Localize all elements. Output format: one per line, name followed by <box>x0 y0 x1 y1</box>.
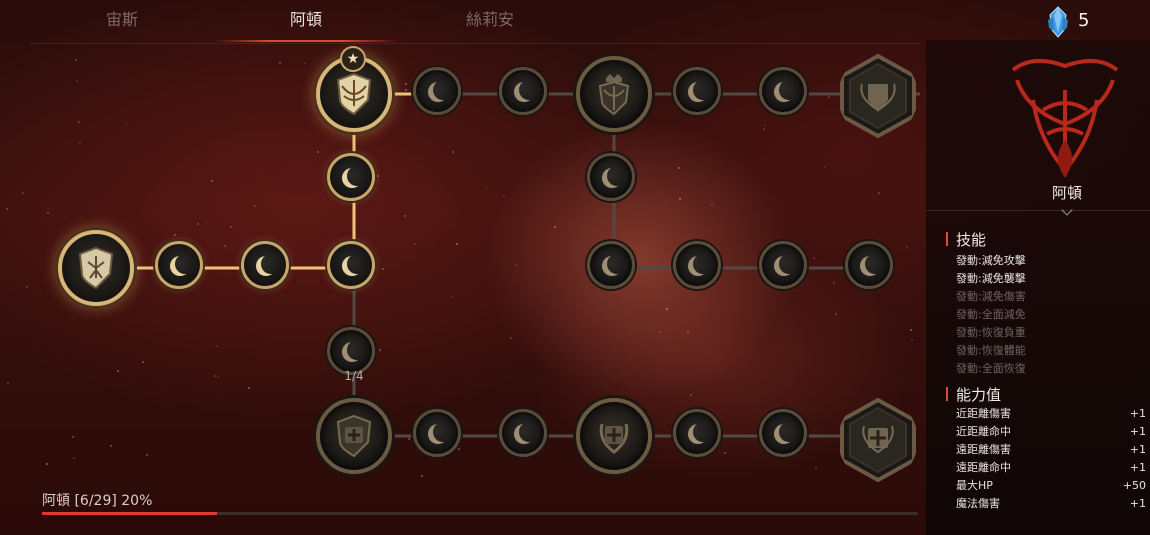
skill-node[interactable] <box>327 241 375 289</box>
stat-row: 近距離傷害 +1 <box>956 405 1146 423</box>
crescent-moon-icon <box>514 82 534 102</box>
capstone-cross-node[interactable] <box>838 398 918 482</box>
crescent-moon-icon <box>774 256 794 276</box>
panel-divider <box>926 210 1150 211</box>
character-name: 阿頓 <box>1051 184 1082 202</box>
stats-heading: 能力值 <box>946 384 1001 405</box>
skill-node[interactable] <box>587 153 635 201</box>
stat-label: 遠距離傷害 <box>956 443 1011 456</box>
crescent-moon-icon <box>774 82 794 102</box>
root-warrior-node[interactable] <box>58 230 134 306</box>
skill-node[interactable] <box>759 241 807 289</box>
tree-progress-label: 阿頓 [6/29] 20% <box>42 493 153 509</box>
skills-heading: 技能 <box>946 229 986 250</box>
skill-node[interactable] <box>845 241 893 289</box>
skill-node[interactable] <box>241 241 289 289</box>
stat-row: 魔法傷害 +1 <box>956 495 1146 513</box>
skill-node[interactable] <box>499 409 547 457</box>
crystal-count: 5 <box>1078 10 1090 31</box>
crescent-moon-icon <box>256 256 276 276</box>
skill-item: 發動:恢復負重 <box>956 326 1026 339</box>
cross-shield-node[interactable] <box>316 398 392 474</box>
crescent-moon-icon <box>170 256 190 276</box>
stat-row: 遠距離傷害 +1 <box>956 441 1146 459</box>
skill-item: 發動:減免攻擊 <box>956 254 1026 267</box>
skill-node[interactable] <box>327 327 375 375</box>
skill-node[interactable] <box>587 241 635 289</box>
stat-row: 近距離命中 +1 <box>956 423 1146 441</box>
stat-row: 遠距離命中 +1 <box>956 459 1146 477</box>
crescent-moon-icon <box>514 424 534 444</box>
skill-node[interactable] <box>759 67 807 115</box>
crescent-moon-icon <box>860 256 880 276</box>
stat-label: 最大HP <box>956 479 993 492</box>
skill-item: 發動:減免傷害 <box>956 290 1026 303</box>
crescent-moon-icon <box>342 256 362 276</box>
stat-label: 近距離傷害 <box>956 407 1011 420</box>
skill-item: 發動:全面恢復 <box>956 362 1026 375</box>
stat-value: +1 <box>1129 443 1146 456</box>
crescent-moon-icon <box>688 424 708 444</box>
skill-node[interactable] <box>673 67 721 115</box>
skill-node[interactable] <box>327 153 375 201</box>
skill-node[interactable] <box>155 241 203 289</box>
stat-list: 近距離傷害 +1 近距離命中 +1 遠距離傷害 +1 遠距離命中 +1 最大HP +50 魔法傷害 +… <box>956 405 1146 513</box>
stat-value: +1 <box>1129 407 1146 420</box>
stat-value: +1 <box>1129 461 1146 474</box>
crescent-moon-icon <box>688 256 708 276</box>
skill-node[interactable] <box>673 241 721 289</box>
aton-crest-emblem <box>1011 58 1119 178</box>
skill-node[interactable] <box>499 67 547 115</box>
stat-label: 近距離命中 <box>956 425 1011 438</box>
stat-label: 遠距離命中 <box>956 461 1011 474</box>
laurel-cross-node[interactable] <box>576 398 652 474</box>
crescent-moon-icon <box>602 256 622 276</box>
blue-crystal-icon <box>1048 6 1068 38</box>
skill-item: 發動:減免襲擊 <box>956 272 1026 285</box>
skill-node[interactable] <box>413 67 461 115</box>
laurel-cross-icon <box>599 423 629 454</box>
crowned-shield-icon <box>598 74 630 116</box>
crescent-moon-icon <box>342 342 362 362</box>
star-badge-icon: ★ <box>340 46 366 72</box>
skill-node[interactable] <box>413 409 461 457</box>
winged-shield-icon <box>336 72 372 116</box>
crescent-moon-icon <box>774 424 794 444</box>
stat-value: +1 <box>1129 425 1146 438</box>
crowned-shield-node[interactable] <box>576 56 652 132</box>
node-level-label: 1/4 <box>344 369 364 383</box>
skill-node[interactable] <box>673 409 721 457</box>
crescent-moon-icon <box>428 82 448 102</box>
stat-value: +50 <box>1122 479 1146 492</box>
skill-item: 發動:全面減免 <box>956 308 1026 321</box>
crescent-moon-icon <box>342 168 362 188</box>
crescent-moon-icon <box>602 168 622 188</box>
crescent-moon-icon <box>428 424 448 444</box>
crescent-moon-icon <box>688 82 708 102</box>
cross-shield-icon <box>336 414 372 458</box>
stat-value: +1 <box>1129 497 1146 510</box>
capstone-crest-node[interactable] <box>838 54 918 138</box>
stat-row: 最大HP +50 <box>956 477 1146 495</box>
skill-list: 發動:減免攻擊 發動:減免襲擊 發動:減免傷害 發動:全面減免 發動:恢復負重 發動:恢復… <box>956 252 1146 378</box>
skill-item: 發動:恢復體能 <box>956 344 1026 357</box>
warrior-shield-icon <box>78 246 114 290</box>
skill-node[interactable] <box>759 409 807 457</box>
stat-label: 魔法傷害 <box>956 497 1000 510</box>
tree-progress-fill <box>42 512 218 515</box>
tree-progress-bar <box>42 512 918 515</box>
